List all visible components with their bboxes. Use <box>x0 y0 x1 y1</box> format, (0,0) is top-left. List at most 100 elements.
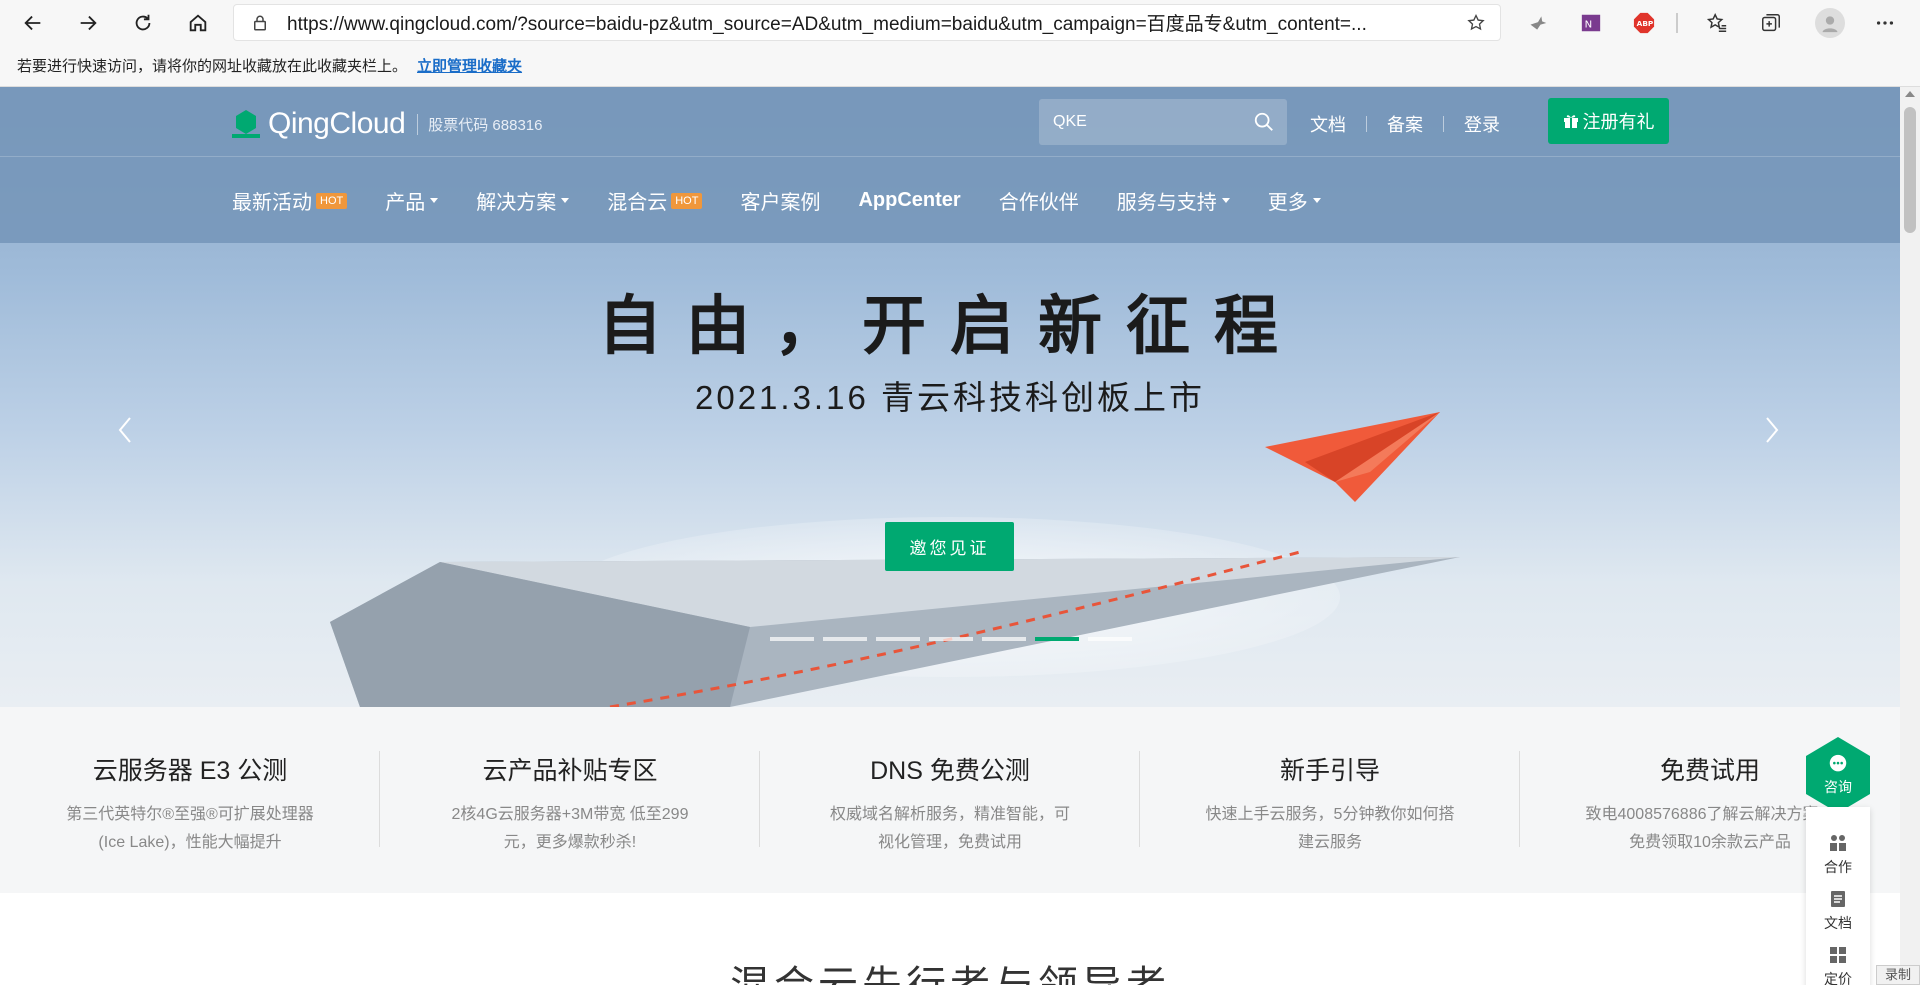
search-icon[interactable] <box>1253 111 1275 133</box>
forward-button[interactable] <box>71 6 105 40</box>
carousel-dot[interactable] <box>770 637 814 641</box>
scroll-up-arrow-icon[interactable] <box>1905 91 1915 97</box>
manage-favorites-link[interactable]: 立即管理收藏夹 <box>417 55 522 76</box>
carousel-dot[interactable] <box>823 637 867 641</box>
menu-label: 合作伙伴 <box>998 192 1079 214</box>
menu-label: 最新活动 <box>232 192 312 214</box>
menu-item-hybrid-cloud[interactable]: 混合云 HOT <box>607 186 703 215</box>
slide-subtitle: 2021.3.16 青云科技科创板上市 <box>695 379 1205 416</box>
refresh-icon <box>135 14 151 31</box>
carousel-dot[interactable] <box>876 637 920 641</box>
partner-icon <box>1830 835 1846 851</box>
red-paper-plane-icon <box>1265 412 1440 502</box>
feature-desc: 快速上手云服务，5分钟教你如何搭建云服务 <box>1205 806 1455 851</box>
menu-item-solutions[interactable]: 解决方案 <box>476 186 570 215</box>
float-item-pricing[interactable]: 定价 <box>1806 945 1870 985</box>
caret-down-icon <box>430 198 439 203</box>
feature-title: 云产品补贴专区 <box>482 757 658 785</box>
carousel-dot-active[interactable] <box>1035 637 1079 641</box>
feature-title: 云服务器 E3 公测 <box>92 757 288 785</box>
float-panel: 合作 文档 定价 <box>1806 807 1870 985</box>
chat-bubble-icon <box>1829 754 1847 772</box>
pricing-grid-icon <box>1830 947 1846 963</box>
lock-icon[interactable] <box>251 14 269 32</box>
home-button[interactable] <box>181 6 215 40</box>
link-separator <box>1366 116 1367 132</box>
scrollbar-thumb[interactable] <box>1904 107 1916 233</box>
logo-text: QingCloud <box>268 107 406 140</box>
address-bar[interactable]: https://www.qingcloud.com/?source=baidu-… <box>233 4 1501 41</box>
link-separator <box>1443 116 1444 132</box>
svg-text:N: N <box>1585 20 1593 31</box>
menu-item-more[interactable]: 更多 <box>1268 186 1321 215</box>
web-page: QingCloud 股票代码 688316 文档 备案 登录 注册有礼 <box>0 87 1900 985</box>
section-title: 混合云先行者与领导者 <box>0 953 1900 985</box>
menu-item-partners[interactable]: 合作伙伴 <box>999 186 1079 215</box>
carousel-dot[interactable] <box>929 637 973 641</box>
feature-desc: 致电4008576886了解云解决方案，免费领取10余款云产品 <box>1585 806 1835 851</box>
caret-down-icon <box>1221 198 1230 203</box>
stock-code: 股票代码 688316 <box>417 113 543 135</box>
toolbar-divider <box>1676 13 1678 33</box>
page-scrollbar[interactable] <box>1900 87 1920 985</box>
register-label: 注册有礼 <box>1582 112 1655 132</box>
feature-desc: 权威域名解析服务，精准智能，可视化管理，免费试用 <box>829 806 1070 851</box>
forward-arrow-icon <box>80 15 97 31</box>
menu-item-products[interactable]: 产品 <box>385 186 439 215</box>
menu-item-support[interactable]: 服务与支持 <box>1117 186 1230 215</box>
feature-desc: 2核4G云服务器+3M带宽 低至299元，更多爆款秒杀! <box>451 806 689 851</box>
top-links: 文档 备案 登录 <box>1310 111 1500 137</box>
abp-icon[interactable]: ABP <box>1631 10 1657 36</box>
menu-label: 产品 <box>385 192 426 214</box>
browser-toolbar: https://www.qingcloud.com/?source=baidu-… <box>0 0 1920 45</box>
site-logo[interactable]: QingCloud 股票代码 688316 <box>230 107 543 141</box>
carousel-dot[interactable] <box>1088 637 1132 641</box>
site-top-bar: QingCloud 股票代码 688316 文档 备案 登录 注册有礼 <box>0 87 1900 157</box>
search-input[interactable] <box>1039 99 1249 145</box>
login-link[interactable]: 登录 <box>1464 111 1500 137</box>
bird-icon[interactable] <box>1525 10 1551 36</box>
record-label[interactable]: 录制 <box>1876 965 1920 985</box>
carousel-dot[interactable] <box>982 637 1026 641</box>
main-menu: 最新活动 HOT 产品 解决方案 混合云 HOT 客户案例 AppCenter 合作… <box>232 158 1359 243</box>
feature-card[interactable]: 云产品补贴专区 2核4G云服务器+3M带宽 低至299元，更多爆款秒杀! <box>380 707 760 893</box>
feature-card[interactable]: 新手引导 快速上手云服务，5分钟教你如何搭建云服务 <box>1140 707 1520 893</box>
site-navigation: QingCloud 股票代码 688316 文档 备案 登录 注册有礼 <box>0 87 1900 243</box>
favorites-icon[interactable] <box>1704 10 1730 36</box>
url-text[interactable]: https://www.qingcloud.com/?source=baidu-… <box>287 9 1447 36</box>
favorites-bar: 若要进行快速访问，请将你的网址收藏放在此收藏夹栏上。 立即管理收藏夹 <box>0 45 1920 87</box>
float-item-partner[interactable]: 合作 <box>1806 833 1870 877</box>
register-button[interactable]: 注册有礼 <box>1548 98 1669 144</box>
feature-card[interactable]: 云服务器 E3 公测 第三代英特尔®至强®可扩展处理器(Ice Lake)，性能… <box>0 707 380 893</box>
menu-item-appcenter[interactable]: AppCenter <box>858 189 960 212</box>
back-arrow-icon <box>24 15 41 31</box>
carousel-prev-icon[interactable] <box>110 410 140 450</box>
collections-icon[interactable] <box>1758 10 1784 36</box>
profile-avatar[interactable] <box>1815 8 1845 38</box>
back-button[interactable] <box>16 6 50 40</box>
icp-link[interactable]: 备案 <box>1387 111 1423 137</box>
gift-icon <box>1563 115 1578 128</box>
floating-contact-widget: 咨询 合作 文档 定价 <box>1806 737 1870 985</box>
docs-link[interactable]: 文档 <box>1310 111 1346 137</box>
more-menu-icon[interactable] <box>1872 10 1898 36</box>
site-search[interactable] <box>1039 99 1287 145</box>
consult-button[interactable]: 咨询 <box>1806 737 1870 813</box>
carousel-next-icon[interactable] <box>1757 410 1787 450</box>
onenote-icon[interactable]: N <box>1578 10 1604 36</box>
cta-button[interactable]: 邀您见证 <box>885 522 1014 571</box>
feature-title: DNS 免费公测 <box>870 757 1030 785</box>
menu-label: 客户案例 <box>740 192 821 214</box>
float-item-label: 合作 <box>1824 859 1852 875</box>
menu-item-cases[interactable]: 客户案例 <box>740 186 820 215</box>
document-icon <box>1831 891 1845 907</box>
home-icon <box>189 14 207 32</box>
refresh-button[interactable] <box>126 6 160 40</box>
menu-label: 服务与支持 <box>1116 192 1217 214</box>
menu-item-activities[interactable]: 最新活动 HOT <box>232 186 348 215</box>
feature-card[interactable]: DNS 免费公测 权威域名解析服务，精准智能，可视化管理，免费试用 <box>760 707 1140 893</box>
float-item-docs[interactable]: 文档 <box>1806 889 1870 933</box>
add-favorite-icon[interactable] <box>1466 13 1486 33</box>
feature-desc: 第三代英特尔®至强®可扩展处理器(Ice Lake)，性能大幅提升 <box>66 806 314 851</box>
float-item-label: 文档 <box>1824 915 1852 931</box>
